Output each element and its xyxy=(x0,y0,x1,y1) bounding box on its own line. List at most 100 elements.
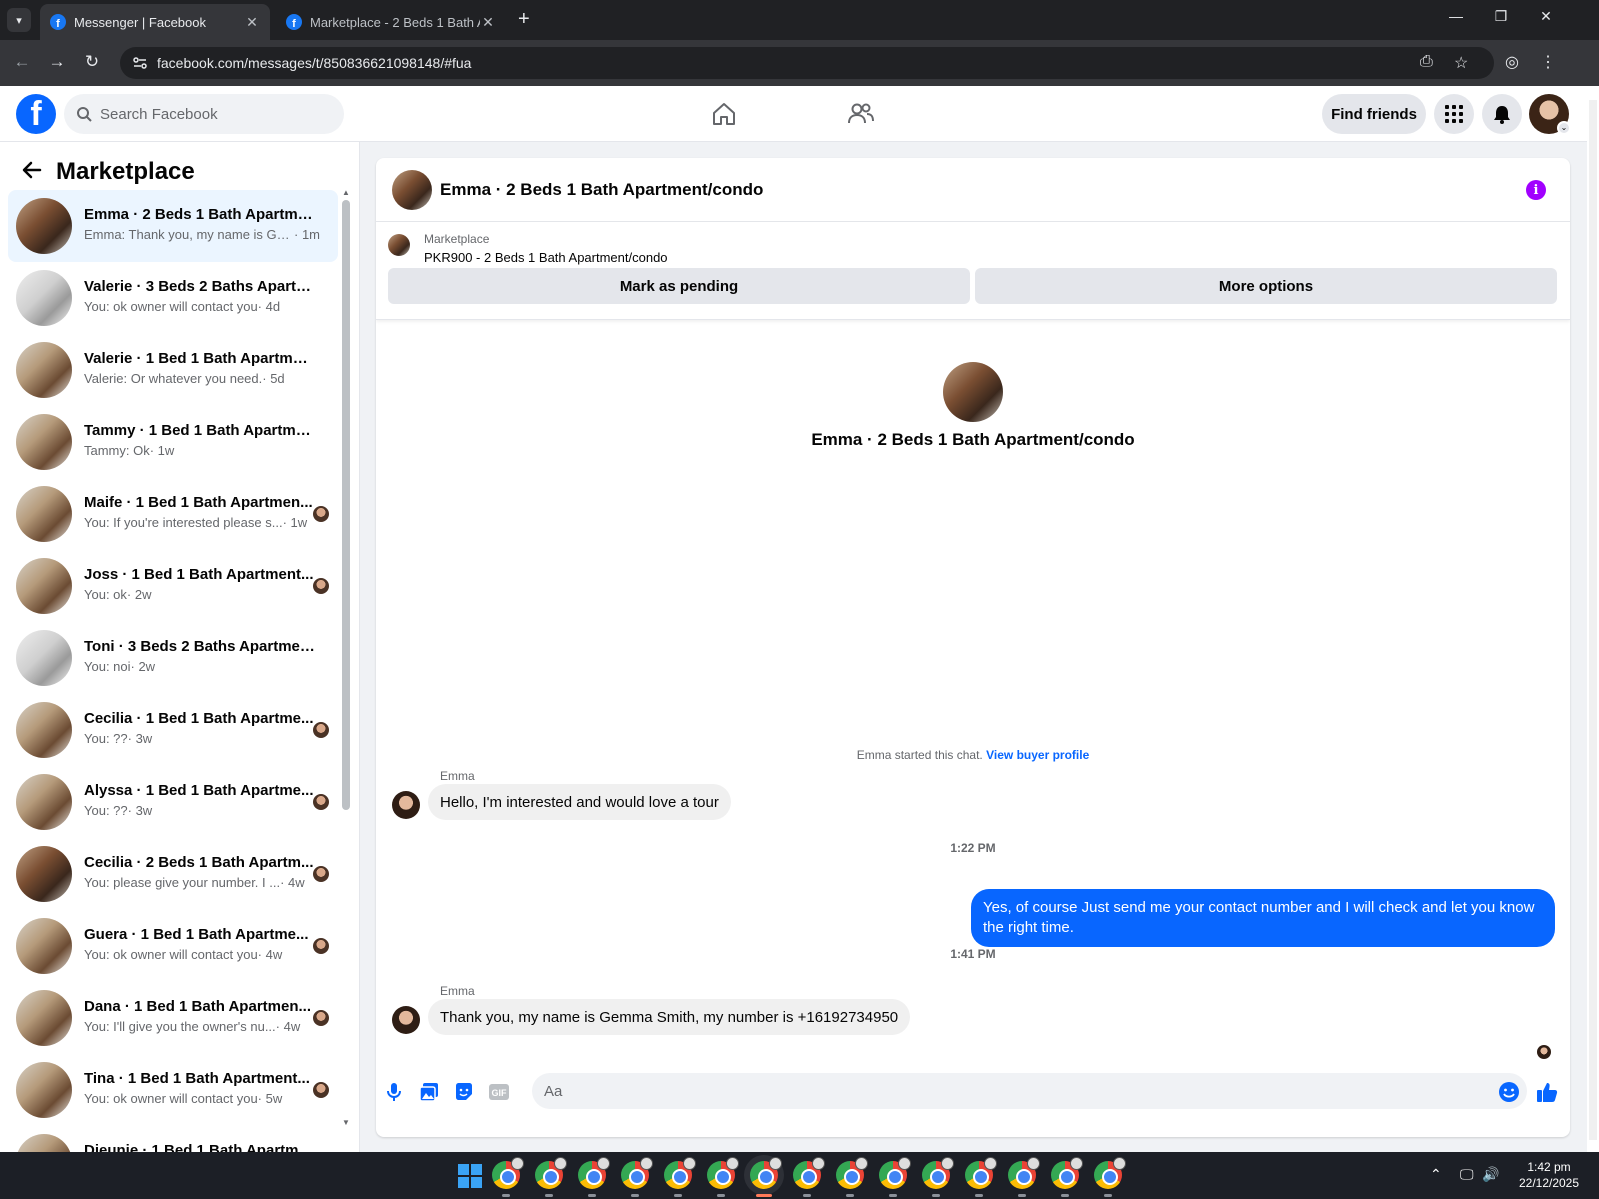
chrome-taskbar-icon[interactable] xyxy=(535,1157,567,1189)
running-indicator xyxy=(932,1194,940,1197)
listing-thumbnail[interactable] xyxy=(388,234,410,256)
tab-messenger[interactable]: f Messenger | Facebook ✕ xyxy=(40,4,270,40)
profile-icon[interactable]: ◎ xyxy=(1500,52,1524,72)
minimize-button[interactable]: — xyxy=(1441,8,1471,24)
chrome-taskbar-icon[interactable] xyxy=(965,1157,997,1189)
site-settings-icon[interactable] xyxy=(132,55,148,71)
tab-marketplace[interactable]: f Marketplace - 2 Beds 1 Bath Ap ✕ xyxy=(276,4,506,40)
emoji-icon[interactable] xyxy=(1498,1081,1520,1103)
tab-close-icon[interactable]: ✕ xyxy=(480,14,496,31)
message-input[interactable] xyxy=(532,1073,1527,1109)
conversation-item[interactable]: Cecilia · 2 Beds 1 Bath Apartm... You: pl… xyxy=(8,838,338,910)
volume-icon[interactable]: 🔊 xyxy=(1482,1166,1499,1183)
emma-avatar[interactable] xyxy=(392,791,420,819)
sticker-icon[interactable] xyxy=(453,1081,475,1103)
chrome-menu-icon[interactable]: ⋮ xyxy=(1536,52,1560,72)
conversation-item[interactable]: Emma · 2 Beds 1 Bath Apartmen... Emma: Th… xyxy=(8,190,338,262)
facebook-logo-icon[interactable]: f xyxy=(16,94,56,134)
conversation-item[interactable]: Valerie · 3 Beds 2 Baths Apartme... You: … xyxy=(8,262,338,334)
tab-close-icon[interactable]: ✕ xyxy=(244,14,260,31)
conversation-item[interactable]: Maife · 1 Bed 1 Bath Apartmen... You: If … xyxy=(8,478,338,550)
chrome-taskbar-icon[interactable] xyxy=(1008,1157,1040,1189)
find-friends-button[interactable]: Find friends xyxy=(1322,94,1426,134)
conversation-name: Cecilia · 1 Bed 1 Bath Apartme... xyxy=(84,710,314,727)
install-app-icon[interactable]: ⎙ xyxy=(1420,53,1433,71)
new-tab-button[interactable]: + xyxy=(518,8,530,31)
conversation-item[interactable]: Guera · 1 Bed 1 Bath Apartme... You: ok o… xyxy=(8,910,338,982)
scrollbar-thumb[interactable] xyxy=(342,200,350,810)
conversation-item[interactable]: Toni · 3 Beds 2 Baths Apartment... You: n… xyxy=(8,622,338,694)
back-arrow-icon[interactable]: ← xyxy=(10,52,34,72)
search-box[interactable] xyxy=(64,94,344,134)
restore-button[interactable]: ❐ xyxy=(1486,8,1516,25)
scroll-down-icon[interactable]: ▼ xyxy=(342,1118,350,1127)
chrome-taskbar-icon[interactable] xyxy=(492,1157,524,1189)
listing-title[interactable]: PKR900 - 2 Beds 1 Bath Apartment/condo xyxy=(424,250,668,265)
search-input[interactable] xyxy=(100,105,320,123)
conversation-name: Tammy · 1 Bed 1 Bath Apartment... xyxy=(84,422,316,439)
friends-icon[interactable] xyxy=(843,96,879,132)
bookmark-star-icon[interactable]: ☆ xyxy=(1454,53,1468,73)
seen-receipt-avatar xyxy=(313,938,329,954)
more-options-button[interactable]: More options xyxy=(975,268,1557,304)
conversation-item[interactable]: Djeunie · 1 Bed 1 Bath Apartm... xyxy=(8,1126,338,1152)
chrome-taskbar-icon[interactable] xyxy=(836,1157,868,1189)
conversation-item[interactable]: Tina · 1 Bed 1 Bath Apartment... You: ok … xyxy=(8,1054,338,1126)
chrome-taskbar-icon[interactable] xyxy=(922,1157,954,1189)
chrome-taskbar-icon[interactable] xyxy=(1051,1157,1083,1189)
reload-icon[interactable]: ↻ xyxy=(80,52,104,72)
page-scrollbar[interactable] xyxy=(1587,86,1599,1152)
forward-arrow-icon[interactable]: → xyxy=(45,52,69,72)
address-bar[interactable]: facebook.com/messages/t/850836621098148/… xyxy=(120,47,1494,79)
view-buyer-profile-link[interactable]: View buyer profile xyxy=(986,748,1089,762)
chrome-taskbar-icon[interactable] xyxy=(621,1157,653,1189)
chrome-taskbar-icon[interactable] xyxy=(750,1157,782,1189)
conversation-item[interactable]: Alyssa · 1 Bed 1 Bath Apartme... You: ?? … xyxy=(8,766,338,838)
tab-search-button[interactable]: ▾ xyxy=(7,8,31,32)
conversation-avatar xyxy=(943,362,1003,422)
notifications-bell-icon[interactable] xyxy=(1482,94,1522,134)
started-text: Emma started this chat. xyxy=(856,748,983,762)
conversation-item[interactable]: Joss · 1 Bed 1 Bath Apartment... You: ok … xyxy=(8,550,338,622)
chat-panel: Emma · 2 Beds 1 Bath Apartment/condo i M… xyxy=(376,158,1570,1137)
chrome-taskbar-icon[interactable] xyxy=(578,1157,610,1189)
show-hidden-icons-chevron-icon[interactable]: ⌃ xyxy=(1430,1166,1442,1183)
chat-title[interactable]: Emma · 2 Beds 1 Bath Apartment/condo xyxy=(440,180,763,200)
emma-avatar[interactable] xyxy=(392,1006,420,1034)
page-scrollbar-thumb[interactable] xyxy=(1589,100,1597,1140)
info-icon[interactable]: i xyxy=(1526,180,1546,200)
thumbs-up-icon[interactable] xyxy=(1536,1081,1558,1103)
outgoing-message[interactable]: Yes, of course Just send me your contact… xyxy=(971,889,1555,947)
photo-icon[interactable] xyxy=(418,1081,440,1103)
close-window-button[interactable]: ✕ xyxy=(1531,8,1561,25)
gif-icon[interactable]: GIF xyxy=(488,1081,510,1103)
conversation-item[interactable]: Dana · 1 Bed 1 Bath Apartmen... You: I'll… xyxy=(8,982,338,1054)
account-chevron-down-icon[interactable]: ⌄ xyxy=(1557,121,1571,135)
conversation-item[interactable]: Valerie · 1 Bed 1 Bath Apartment... Valer… xyxy=(8,334,338,406)
conversation-item[interactable]: Cecilia · 1 Bed 1 Bath Apartme... You: ??… xyxy=(8,694,338,766)
running-indicator xyxy=(1104,1194,1112,1197)
incoming-message[interactable]: Hello, I'm interested and would love a t… xyxy=(428,784,731,820)
sidebar-scrollbar[interactable]: ▲ ▼ xyxy=(342,188,350,1140)
conversation-item[interactable]: Tammy · 1 Bed 1 Bath Apartment... Tammy: … xyxy=(8,406,338,478)
system-clock[interactable]: 1:42 pm 22/12/2025 xyxy=(1514,1159,1584,1191)
home-icon[interactable] xyxy=(706,96,742,132)
conversation-preview: You: please give your number. I ... · 4w xyxy=(84,875,320,890)
last-message: You: ?? xyxy=(84,803,128,818)
chrome-taskbar-icon[interactable] xyxy=(664,1157,696,1189)
menu-grid-icon[interactable] xyxy=(1434,94,1474,134)
microphone-icon[interactable] xyxy=(383,1081,405,1103)
profile-badge-icon xyxy=(726,1157,739,1170)
chrome-taskbar-icon[interactable] xyxy=(1094,1157,1126,1189)
incoming-message[interactable]: Thank you, my name is Gemma Smith, my nu… xyxy=(428,999,911,1035)
chat-avatar[interactable] xyxy=(392,170,432,210)
back-arrow-icon[interactable] xyxy=(20,158,44,182)
scroll-up-icon[interactable]: ▲ xyxy=(342,188,350,197)
windows-start-icon[interactable] xyxy=(458,1164,482,1188)
mark-as-pending-button[interactable]: Mark as pending xyxy=(388,268,970,304)
chrome-taskbar-icon[interactable] xyxy=(707,1157,739,1189)
chrome-taskbar-icon[interactable] xyxy=(793,1157,825,1189)
listing-thumbnail xyxy=(16,774,72,830)
network-icon[interactable]: 🖵 xyxy=(1460,1166,1474,1183)
chrome-taskbar-icon[interactable] xyxy=(879,1157,911,1189)
